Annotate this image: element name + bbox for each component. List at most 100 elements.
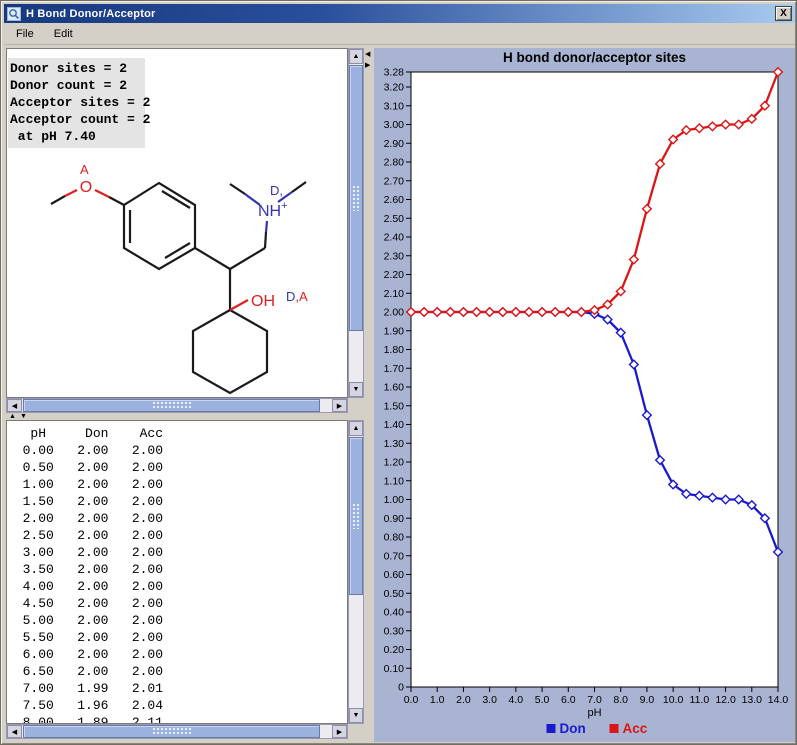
legend-swatch-acc (610, 724, 619, 733)
y-tick-label: 2.80 (384, 157, 405, 169)
x-axis-label: pH (587, 707, 601, 719)
y-tick-label: 0.10 (384, 663, 405, 675)
x-tick-label: 7.0 (587, 694, 602, 706)
y-tick-label: 2.90 (384, 138, 405, 150)
menu-item-file[interactable]: File (8, 25, 42, 43)
x-tick-label: 5.0 (535, 694, 550, 706)
y-tick-label: 0.50 (384, 588, 405, 600)
x-tick-label: 11.0 (690, 694, 710, 706)
y-tick-label: 0.40 (384, 607, 405, 619)
scroll-down-button[interactable]: ▼ (349, 382, 363, 397)
molecule-hscrollbar[interactable]: ◀ ▶ (6, 398, 348, 413)
y-tick-label: 0.20 (384, 644, 405, 656)
table-hscrollbar[interactable]: ◀ ▶ (6, 724, 348, 739)
hydroxyl-atom-label: OH (251, 293, 275, 310)
split-collapse-down-icon[interactable]: ▼ (20, 413, 27, 420)
scroll-up-button[interactable]: ▲ (349, 49, 363, 64)
y-tick-label: 2.00 (384, 307, 405, 319)
y-tick-label: 1.60 (384, 382, 405, 394)
y-tick-label: 3.10 (384, 100, 405, 112)
y-tick-label: 0 (398, 682, 404, 694)
scrollbar-corner (348, 724, 364, 739)
y-tick-label: 3.00 (384, 119, 405, 131)
oxygen-atom-label: O (80, 179, 92, 196)
ph-table-panel: pH Don Acc 0.00 2.00 2.00 0.50 2.00 2.00… (6, 420, 348, 724)
y-tick-label: 1.70 (384, 363, 405, 375)
legend-label-don: Don (560, 721, 586, 736)
x-tick-label: 12.0 (715, 694, 736, 706)
x-tick-label: 4.0 (509, 694, 524, 706)
y-tick-label: 3.20 (384, 82, 405, 94)
split-collapse-up-icon[interactable]: ▲ (9, 413, 16, 420)
y-tick-label: 1.90 (384, 325, 405, 337)
y-tick-label: 0.80 (384, 532, 405, 544)
y-tick-label: 1.50 (384, 400, 405, 412)
x-tick-label: 14.0 (768, 694, 789, 706)
scroll-down-button[interactable]: ▼ (349, 708, 363, 723)
nitrogen-charge: + (281, 200, 287, 212)
y-tick-label: 0.70 (384, 550, 405, 562)
x-tick-label: 1.0 (430, 694, 445, 706)
y-tick-label: 2.50 (384, 213, 405, 225)
ph-don-acc-table: pH Don Acc 0.00 2.00 2.00 0.50 2.00 2.00… (7, 425, 163, 724)
x-tick-label: 3.0 (482, 694, 497, 706)
legend-swatch-don (547, 724, 556, 733)
split-collapse-right-icon[interactable]: ▶ (365, 62, 370, 69)
x-tick-label: 2.0 (456, 694, 471, 706)
vertical-split-divider[interactable]: ◀ ▶ (364, 48, 374, 739)
molecule-vscrollbar[interactable]: ▲ ▼ (348, 48, 364, 398)
horizontal-split-divider[interactable]: ▲ ▼ (4, 413, 364, 420)
y-tick-label: 1.20 (384, 457, 405, 469)
split-collapse-left-icon[interactable]: ◀ (365, 51, 370, 58)
menu-bar: FileEdit (4, 23, 795, 45)
hbond-chart: H bond donor/acceptor sites 0 0.10 0.20 0.30… (374, 48, 795, 742)
y-tick-label: 0.60 (384, 569, 405, 581)
hydroxyl-flags: D,A (286, 289, 308, 304)
y-tick-label: 1.30 (384, 438, 405, 450)
legend-label-acc: Acc (623, 721, 648, 736)
scroll-thumb[interactable] (23, 725, 320, 738)
y-tick-label: 2.30 (384, 250, 405, 262)
y-tick-label: 3.28 (384, 67, 405, 79)
y-tick-label: 1.80 (384, 344, 405, 356)
chart-plot-area (411, 72, 778, 687)
nitrogen-donor-flag: D, (270, 183, 283, 198)
y-tick-label: 0.30 (384, 625, 405, 637)
title-bar[interactable]: H Bond Donor/Acceptor X (4, 4, 795, 23)
x-tick-label: 13.0 (742, 694, 763, 706)
close-button[interactable]: X (775, 6, 792, 21)
window-title: H Bond Donor/Acceptor (26, 8, 155, 20)
scroll-right-button[interactable]: ▶ (332, 725, 347, 738)
y-tick-label: 2.70 (384, 175, 405, 187)
molecule-canvas: Donor sites = 2 Donor count = 2 Acceptor… (6, 48, 348, 398)
scroll-left-button[interactable]: ◀ (7, 399, 22, 412)
scroll-right-button[interactable]: ▶ (332, 399, 347, 412)
scroll-left-button[interactable]: ◀ (7, 725, 22, 738)
scroll-thumb[interactable] (23, 399, 320, 412)
y-tick-label: 2.20 (384, 269, 405, 281)
methoxy-acceptor-flag: A (80, 162, 89, 177)
scroll-thumb[interactable] (349, 65, 363, 331)
y-tick-label: 0.90 (384, 513, 405, 525)
oxygen-bonds (65, 190, 248, 310)
table-vscrollbar[interactable]: ▲ ▼ (348, 420, 364, 724)
scroll-up-button[interactable]: ▲ (349, 421, 363, 436)
scrollbar-corner (348, 398, 364, 413)
nitrogen-atom-label: NH+ (258, 200, 288, 220)
x-tick-label: 10.0 (663, 694, 684, 706)
y-tick-label: 1.00 (384, 494, 405, 506)
hbond-chart-panel: H bond donor/acceptor sites 0 0.10 0.20 0.30… (374, 48, 795, 742)
x-tick-label: 9.0 (640, 694, 655, 706)
app-icon (7, 7, 21, 21)
x-tick-label: 8.0 (613, 694, 628, 706)
menu-item-edit[interactable]: Edit (46, 25, 81, 43)
molecule-structure: O A NH+ D, OH D,A (7, 49, 348, 398)
chart-title: H bond donor/acceptor sites (503, 50, 686, 65)
x-tick-label: 0.0 (404, 694, 419, 706)
y-tick-label: 1.40 (384, 419, 405, 431)
app-window: H Bond Donor/Acceptor X FileEdit Donor s… (0, 0, 797, 745)
y-tick-label: 2.60 (384, 194, 405, 206)
x-tick-label: 6.0 (561, 694, 576, 706)
scroll-thumb[interactable] (349, 437, 363, 595)
y-tick-label: 1.10 (384, 475, 405, 487)
